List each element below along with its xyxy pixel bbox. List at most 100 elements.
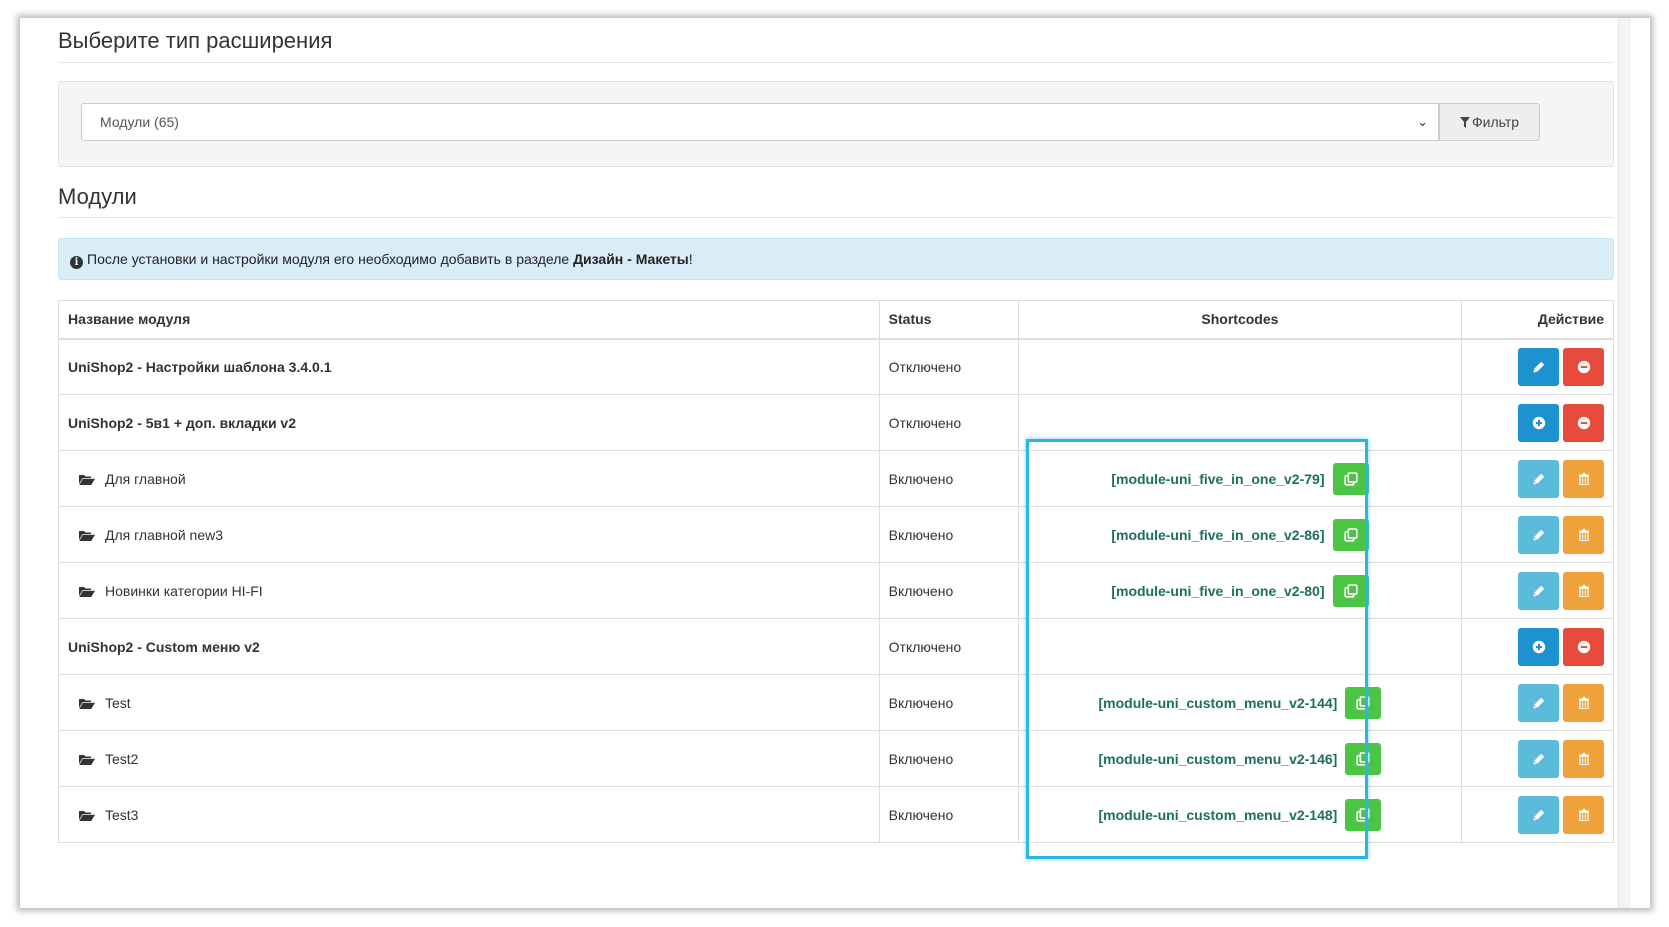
- module-name-cell: UniShop2 - 5в1 + доп. вкладки v2: [58, 394, 880, 451]
- delete-button[interactable]: [1563, 515, 1604, 554]
- delete-button[interactable]: [1563, 571, 1604, 610]
- action-cell: [1460, 450, 1615, 507]
- module-status: Отключено: [888, 414, 962, 431]
- folder-open-icon: [79, 584, 95, 597]
- delete-button[interactable]: [1563, 683, 1604, 722]
- modules-table: Название модуля Status Shortcodes Действ…: [58, 300, 1615, 843]
- edit-button[interactable]: [1518, 515, 1559, 554]
- status-cell: Включено: [878, 786, 1020, 843]
- shortcode-text: [module-uni_five_in_one_v2-86]: [1111, 526, 1325, 543]
- module-name: Test2: [105, 750, 139, 767]
- module-status: Отключено: [888, 638, 962, 655]
- page-edge: [1618, 18, 1631, 908]
- module-name-cell: Test: [58, 674, 880, 731]
- shortcode-cell: [module-uni_custom_menu_v2-146]: [1018, 730, 1462, 787]
- module-instance-row: Для главной Включено [module-uni_five_in_o…: [58, 450, 1615, 507]
- edit-button[interactable]: [1518, 795, 1559, 834]
- edit-button[interactable]: [1518, 571, 1559, 610]
- module-instance-row: Новинки категории HI-FI Включено [module-u…: [58, 562, 1615, 619]
- add-button[interactable]: [1518, 403, 1559, 442]
- module-row: UniShop2 - Настройки шаблона 3.4.0.1 Откл…: [58, 338, 1615, 395]
- uninstall-button[interactable]: [1563, 627, 1604, 666]
- module-status: Включено: [888, 806, 954, 823]
- module-name: UniShop2 - Custom меню v2: [68, 638, 260, 655]
- module-row: UniShop2 - 5в1 + доп. вкладки v2 Отключен…: [58, 394, 1615, 451]
- folder-open-icon: [79, 752, 95, 765]
- module-name-cell: Новинки категории HI-FI: [58, 562, 880, 619]
- module-status: Включено: [888, 750, 954, 767]
- status-cell: Включено: [878, 730, 1020, 787]
- action-cell: [1460, 618, 1615, 675]
- status-cell: Включено: [878, 674, 1020, 731]
- add-button[interactable]: [1518, 627, 1559, 666]
- copy-shortcode-button[interactable]: [1345, 742, 1382, 775]
- extension-type-select[interactable]: Модули (65) ⌄: [81, 103, 1439, 141]
- copy-shortcode-button[interactable]: [1332, 518, 1369, 551]
- module-name-cell: Для главной: [58, 450, 880, 507]
- uninstall-button[interactable]: [1563, 347, 1604, 386]
- edit-button[interactable]: [1518, 739, 1559, 778]
- shortcode-text: [module-uni_custom_menu_v2-148]: [1098, 806, 1338, 823]
- module-name: Test3: [105, 806, 139, 823]
- module-name-cell: Test2: [58, 730, 880, 787]
- status-cell: Включено: [878, 506, 1020, 563]
- status-cell: Отключено: [878, 618, 1020, 675]
- uninstall-button[interactable]: [1563, 403, 1604, 442]
- status-cell: Включено: [878, 562, 1020, 619]
- module-instance-row: Test3 Включено [module-uni_custom_menu_v2-…: [58, 786, 1615, 843]
- copy-shortcode-button[interactable]: [1332, 574, 1369, 607]
- shortcode-cell: [module-uni_five_in_one_v2-79]: [1018, 450, 1462, 507]
- folder-open-icon: [79, 472, 95, 485]
- delete-button[interactable]: [1563, 739, 1604, 778]
- folder-open-icon: [79, 696, 95, 709]
- alert-link-text: Дизайн - Макеты: [573, 251, 689, 267]
- edit-button[interactable]: [1518, 683, 1559, 722]
- action-cell: [1460, 394, 1615, 451]
- shortcode-cell: [1018, 338, 1462, 395]
- folder-open-icon: [79, 528, 95, 541]
- delete-button[interactable]: [1563, 795, 1604, 834]
- edit-button[interactable]: [1518, 347, 1559, 386]
- shortcode-text: [module-uni_five_in_one_v2-79]: [1111, 470, 1325, 487]
- module-name-cell: Для главной new3: [58, 506, 880, 563]
- filter-button[interactable]: Фильтр: [1439, 103, 1540, 141]
- divider: [58, 217, 1614, 218]
- action-cell: [1460, 338, 1615, 395]
- copy-shortcode-button[interactable]: [1332, 462, 1369, 495]
- copy-shortcode-button[interactable]: [1345, 798, 1382, 831]
- info-alert: i После установки и настройки модуля его …: [58, 238, 1614, 280]
- action-cell: [1460, 786, 1615, 843]
- shortcode-cell: [module-uni_five_in_one_v2-86]: [1018, 506, 1462, 563]
- module-name-cell: UniShop2 - Настройки шаблона 3.4.0.1: [58, 338, 880, 395]
- filter-panel: Модули (65) ⌄ Фильтр: [58, 81, 1614, 167]
- module-name-cell: Test3: [58, 786, 880, 843]
- module-row: UniShop2 - Custom меню v2 Отключено: [58, 618, 1615, 675]
- column-header-shortcodes: Shortcodes: [1018, 300, 1462, 340]
- shortcode-cell: [module-uni_custom_menu_v2-148]: [1018, 786, 1462, 843]
- shortcode-cell: [module-uni_custom_menu_v2-144]: [1018, 674, 1462, 731]
- info-circle-icon: i: [70, 256, 83, 269]
- extension-type-selected: Модули (65): [100, 114, 179, 130]
- module-name: UniShop2 - Настройки шаблона 3.4.0.1: [68, 358, 332, 375]
- shortcode-text: [module-uni_five_in_one_v2-80]: [1111, 582, 1325, 599]
- module-status: Включено: [888, 694, 954, 711]
- copy-shortcode-button[interactable]: [1345, 686, 1382, 719]
- module-instance-row: Test Включено [module-uni_custom_menu_v2-1…: [58, 674, 1615, 731]
- module-status: Включено: [888, 582, 954, 599]
- section-title: Модули: [58, 184, 137, 209]
- filter-button-label: Фильтр: [1471, 114, 1520, 130]
- delete-button[interactable]: [1563, 459, 1604, 498]
- edit-button[interactable]: [1518, 459, 1559, 498]
- alert-text-end: !: [688, 251, 693, 267]
- module-status: Включено: [888, 470, 954, 487]
- module-instance-row: Test2 Включено [module-uni_custom_menu_v2-…: [58, 730, 1615, 787]
- shortcode-text: [module-uni_custom_menu_v2-146]: [1098, 750, 1338, 767]
- status-cell: Отключено: [878, 338, 1020, 395]
- folder-open-icon: [79, 808, 95, 821]
- shortcode-cell: [module-uni_five_in_one_v2-80]: [1018, 562, 1462, 619]
- module-status: Отключено: [888, 358, 962, 375]
- shortcode-cell: [1018, 394, 1462, 451]
- table-header-row: Название модуля Status Shortcodes Действ…: [58, 300, 1615, 340]
- action-cell: [1460, 730, 1615, 787]
- module-status: Включено: [888, 526, 954, 543]
